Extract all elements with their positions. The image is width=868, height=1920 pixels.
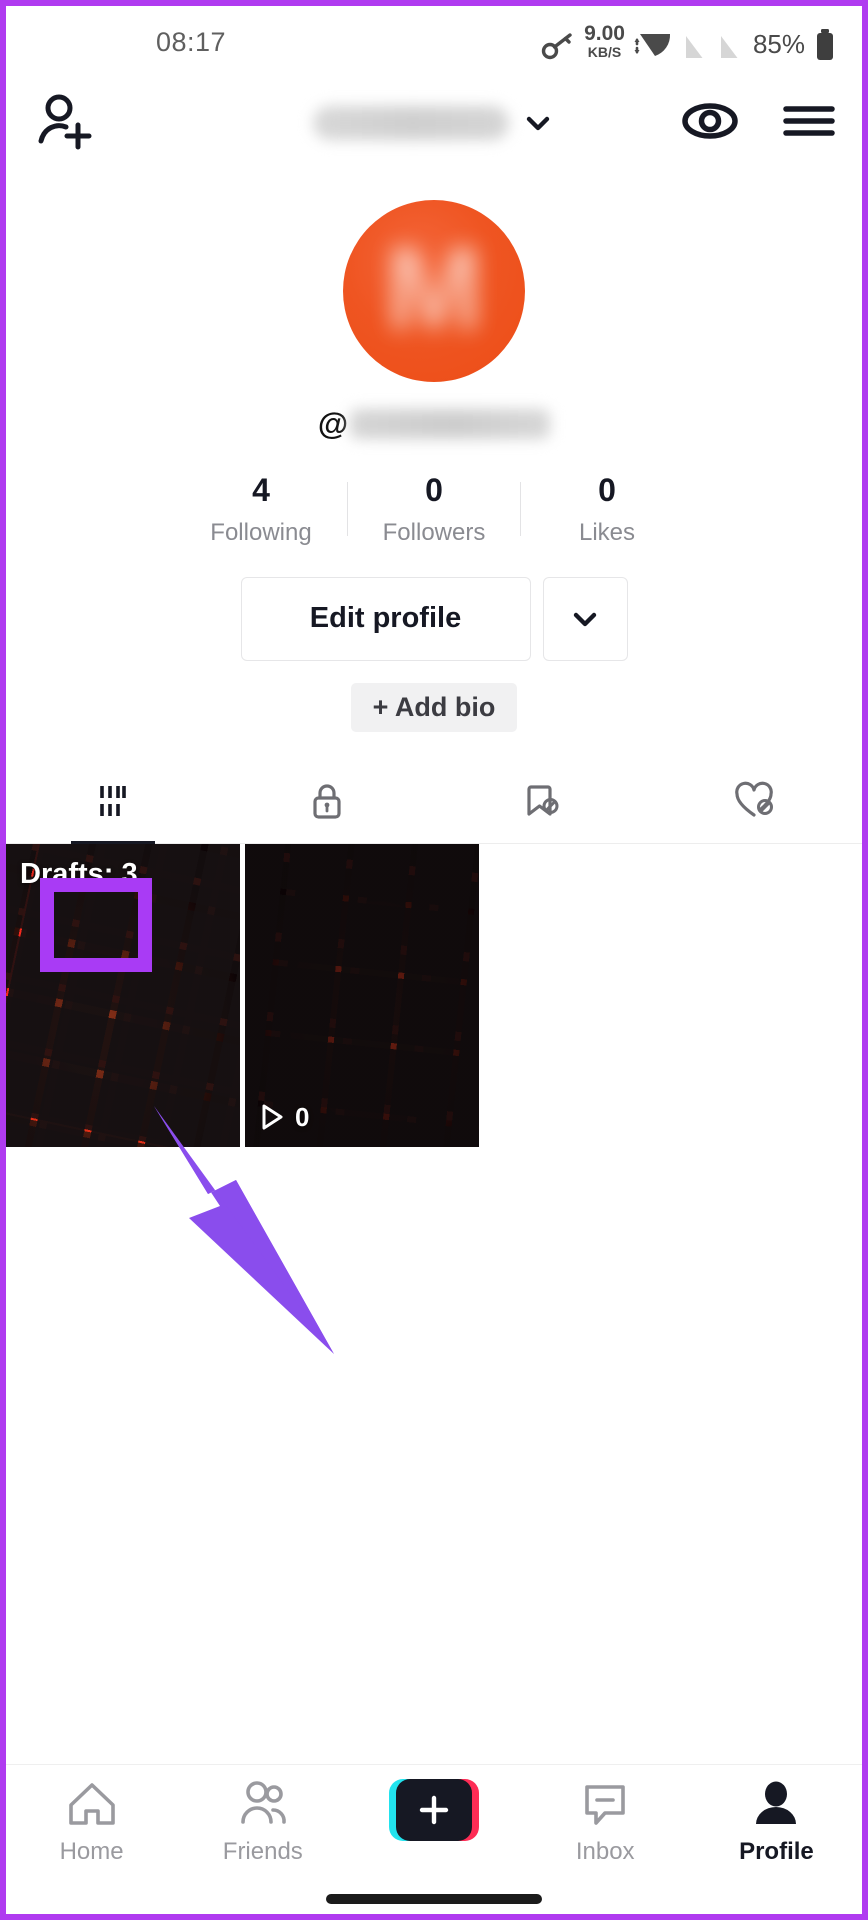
status-bar: 08:17 9.00 KB/S 85%: [6, 6, 862, 78]
play-icon: [262, 1104, 283, 1130]
lock-icon: [313, 784, 341, 819]
profile-tabs: [6, 760, 862, 844]
grid-bars-icon: [100, 786, 126, 817]
video-grid: Drafts: 3 0: [6, 843, 862, 1147]
home-icon: [68, 1783, 115, 1825]
nav-inbox[interactable]: Inbox: [520, 1779, 691, 1866]
view-count-badge: 0: [259, 1102, 309, 1133]
more-options-button[interactable]: [542, 576, 628, 661]
nav-label: Home: [59, 1838, 124, 1865]
drafts-label: Drafts: 3: [20, 857, 138, 890]
profile-stats: 4 Following 0 Followers 0 Likes: [6, 472, 862, 547]
stat-label: Likes: [578, 518, 636, 546]
handle-prefix: @: [317, 406, 349, 441]
stat-count: 0: [425, 472, 443, 508]
hamburger-menu-icon[interactable]: [782, 101, 836, 146]
eye-icon[interactable]: [680, 101, 740, 146]
stat-count: 0: [598, 472, 616, 508]
network-speed-value: 9.00: [584, 22, 625, 45]
grid-item-video[interactable]: 0: [245, 843, 479, 1147]
edit-profile-button[interactable]: Edit profile: [240, 576, 531, 661]
network-speed-unit: KB/S: [587, 44, 622, 60]
nav-home[interactable]: Home: [6, 1779, 177, 1866]
stat-count: 4: [252, 472, 270, 508]
person-icon: [756, 1781, 797, 1824]
battery-percent: 85%: [752, 29, 805, 59]
stat-label: Followers: [382, 518, 486, 546]
phone-screen: 08:17 9.00 KB/S 85% M @ 4 Following 0 Fo…: [0, 0, 868, 1920]
handle-redacted: [350, 409, 551, 439]
create-plus-icon[interactable]: [389, 1779, 479, 1841]
avatar[interactable]: M: [343, 200, 525, 382]
tab-saved[interactable]: [434, 760, 648, 843]
signal-two-icon: [718, 31, 744, 61]
nav-create[interactable]: [348, 1779, 519, 1850]
key-icon: [541, 31, 575, 61]
nav-label: Friends: [222, 1838, 303, 1865]
nav-profile[interactable]: Profile: [691, 1779, 862, 1866]
signal-one-icon: [683, 31, 709, 61]
nav-friends[interactable]: Friends: [177, 1779, 348, 1866]
network-speed: 9.00 KB/S: [584, 23, 625, 59]
stat-label: Following: [210, 518, 312, 546]
tab-private[interactable]: [220, 760, 434, 843]
home-indicator: [326, 1894, 542, 1904]
grid-item-drafts[interactable]: Drafts: 3: [6, 843, 240, 1147]
view-count: 0: [295, 1101, 310, 1132]
profile-header: [6, 78, 862, 168]
avatar-letter: M: [384, 223, 484, 355]
bio-row: + Add bio: [6, 682, 862, 732]
battery-icon: [814, 29, 836, 61]
status-bar-time: 08:17: [156, 26, 227, 57]
stat-followers[interactable]: 0 Followers: [348, 472, 520, 547]
handle-row[interactable]: @: [6, 406, 862, 442]
tab-liked[interactable]: [648, 760, 862, 843]
stat-likes[interactable]: 0 Likes: [521, 472, 693, 547]
nav-label: Inbox: [575, 1838, 635, 1865]
wifi-icon: [634, 29, 674, 61]
nav-label: Profile: [739, 1838, 814, 1865]
heart-slash-icon: [735, 781, 773, 817]
chevron-down-icon: [526, 116, 550, 131]
avatar-section: M: [6, 200, 862, 382]
profile-actions: Edit profile: [6, 576, 862, 661]
friends-icon: [240, 1781, 286, 1824]
inbox-icon: [585, 1785, 626, 1825]
bottom-navigation: Home Friends Inbox Profile: [6, 1764, 862, 1914]
username-redacted: [313, 106, 509, 140]
tab-posts[interactable]: [6, 760, 220, 843]
add-person-icon[interactable]: [32, 89, 96, 158]
add-bio-button[interactable]: + Add bio: [350, 682, 518, 732]
stat-following[interactable]: 4 Following: [175, 472, 347, 547]
plus-icon: [419, 1795, 449, 1825]
bookmark-slash-icon: [527, 785, 559, 816]
chevron-down-icon: [573, 612, 597, 626]
